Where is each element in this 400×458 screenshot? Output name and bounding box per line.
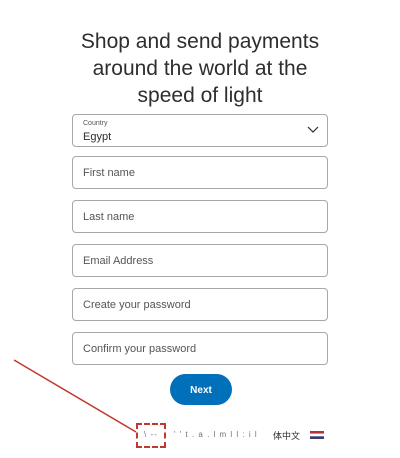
annotation-arrow <box>13 359 137 433</box>
